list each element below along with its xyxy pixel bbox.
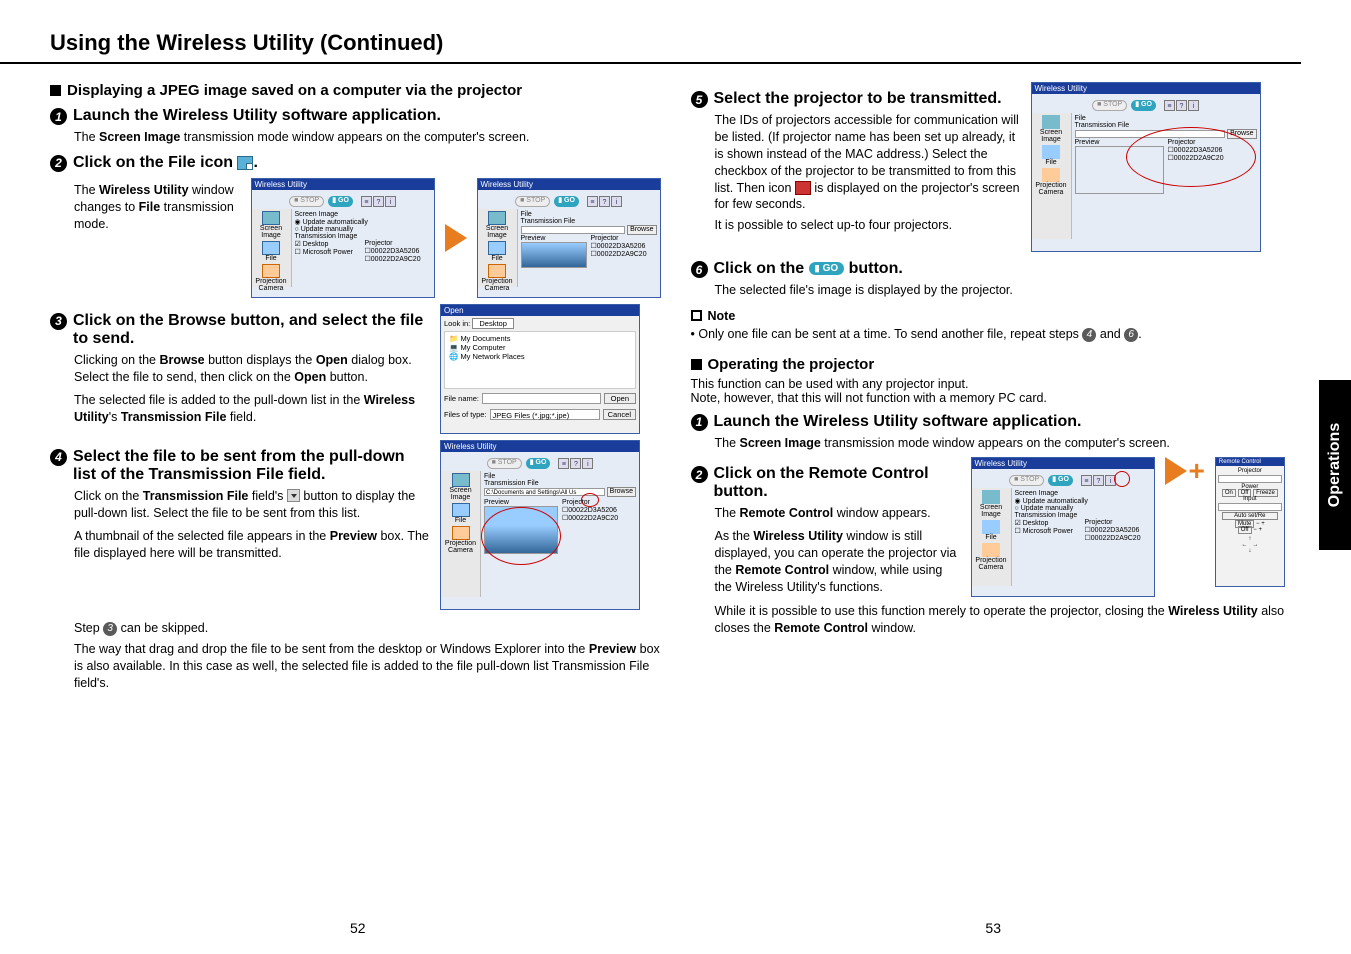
step5-body2: It is possible to select up-to four proj… (715, 217, 1021, 234)
drag-drop-note: The way that drag and drop the file to b… (74, 641, 661, 692)
step1b-body: The Screen Image transmission mode windo… (715, 435, 1302, 452)
step2b-heading: 2 Click on the Remote Control button. (691, 465, 961, 501)
step5-heading: 5 Select the projector to be transmitted… (691, 90, 1021, 108)
arrow-right-icon (445, 224, 467, 252)
page-number-left: 52 (350, 920, 366, 936)
step3-body1: Clicking on the Browse button displays t… (74, 352, 430, 386)
file-icon (237, 156, 253, 170)
screenshot-remote-control-window: Remote Control Projector Power On Off Fr… (1215, 457, 1285, 587)
step2-heading: 2 Click on the File icon . (50, 154, 661, 172)
screenshot-wireless-utility-transmissionfile: Wireless Utility ■ STOP ▮ GO ≡?i Screen … (440, 440, 640, 610)
step-badge-5-icon: 5 (691, 91, 708, 108)
step-badge-2-icon: 2 (691, 466, 708, 483)
step2-body: The Wireless Utility window changes to F… (74, 182, 241, 233)
section-operating-projector: Operating the projector (691, 356, 1302, 373)
step6-heading: 6 Click on the ▮GO button. (691, 260, 1302, 278)
step4-body1: Click on the Transmission File field's b… (74, 488, 430, 522)
step1b-heading: 1 Launch the Wireless Utility software a… (691, 413, 1302, 431)
right-page: 5 Select the projector to be transmitted… (691, 76, 1302, 691)
step4-heading: 4 Select the file to be sent from the pu… (50, 448, 430, 484)
left-page: Displaying a JPEG image saved on a compu… (50, 76, 661, 691)
arrow-right-icon (1165, 457, 1187, 485)
step-badge-4-small-icon: 4 (1082, 328, 1096, 342)
step5-body: The IDs of projectors accessible for com… (715, 112, 1021, 213)
screenshot-wireless-utility-remote: Wireless Utility ■ STOP ▮ GO ≡?i Screen … (971, 457, 1155, 597)
side-tab-operations: Operations (1319, 380, 1351, 550)
section-displaying-jpeg: Displaying a JPEG image saved on a compu… (50, 82, 661, 99)
page-number-right: 53 (985, 920, 1001, 936)
section-b-p2: Note, however, that this will not functi… (691, 391, 1302, 405)
step-badge-6-icon: 6 (691, 261, 708, 278)
step1-body: The Screen Image transmission mode windo… (74, 129, 661, 146)
page-title: Using the Wireless Utility (Continued) (0, 0, 1301, 64)
screenshot-wireless-utility-projectorlist: Wireless Utility ■ STOP ▮ GO ≡?i Screen … (1031, 82, 1261, 252)
step2b-body1: The Remote Control window appears. (715, 505, 961, 522)
step-badge-4-icon: 4 (50, 449, 67, 466)
step-badge-1-icon: 1 (691, 414, 708, 431)
screenshot-wireless-utility-file: Wireless Utility ■ STOP ▮ GO ≡?i Screen … (477, 178, 661, 298)
step3-body2: The selected file is added to the pull-d… (74, 392, 430, 426)
step-badge-3-small-icon: 3 (103, 622, 117, 636)
red-highlight-dropdown (581, 493, 599, 507)
step-badge-2-icon: 2 (50, 155, 67, 172)
square-bullet-icon (50, 85, 61, 96)
note-body: • Only one file can be sent at a time. T… (691, 327, 1302, 342)
note-heading: Note (691, 309, 1302, 323)
step-badge-1-icon: 1 (50, 108, 67, 125)
screenshot-wireless-utility-screenimage: Wireless Utility ■ STOP ▮ GO ≡?i Screen … (251, 178, 435, 298)
step1-heading: 1 Launch the Wireless Utility software a… (50, 107, 661, 125)
red-highlight-projector-list (1126, 127, 1256, 187)
note-box-icon (691, 310, 702, 321)
step2b-body2: As the Wireless Utility window is still … (715, 528, 961, 596)
section-b-p1: This function can be used with any proje… (691, 377, 1302, 391)
step-badge-6-small-icon: 6 (1124, 328, 1138, 342)
step4-body2: A thumbnail of the selected file appears… (74, 528, 430, 562)
dropdown-icon (287, 489, 300, 502)
step3-heading: 3 Click on the Browse button, and select… (50, 312, 430, 348)
screenshot-open-dialog: Open Look in: Desktop 📁 My Documents 💻 M… (440, 304, 640, 434)
step6-body: The selected file's image is displayed b… (715, 282, 1302, 299)
red-highlight-preview (481, 507, 561, 565)
go-button-icon: ▮GO (809, 262, 845, 275)
step3-skip-note: Step 3 can be skipped. (74, 620, 661, 637)
red-highlight-remote-icon (1114, 471, 1130, 487)
step2b-body3: While it is possible to use this functio… (715, 603, 1302, 637)
projector-status-icon (795, 181, 811, 195)
square-bullet-icon (691, 359, 702, 370)
step-badge-3-icon: 3 (50, 313, 67, 330)
plus-icon: + (1189, 457, 1205, 485)
